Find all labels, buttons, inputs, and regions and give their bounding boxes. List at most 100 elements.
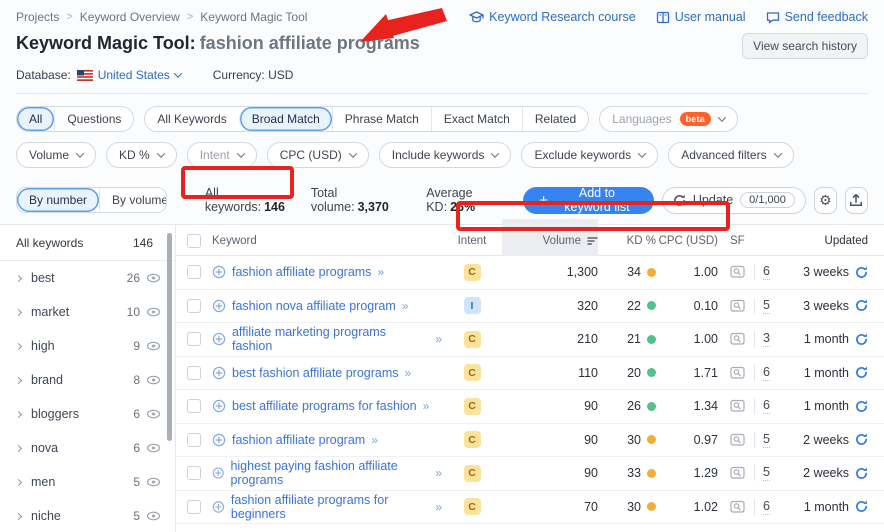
column-header-keyword[interactable]: Keyword bbox=[212, 235, 442, 247]
tab-broad-match[interactable]: Broad Match bbox=[238, 107, 332, 131]
sf-count[interactable]: 5 bbox=[763, 298, 770, 314]
tab-questions[interactable]: Questions bbox=[54, 107, 134, 131]
keyword-link[interactable]: best fashion affiliate programs bbox=[232, 366, 399, 380]
sf-count[interactable]: 5 bbox=[763, 465, 770, 482]
toggle-by-volume[interactable]: By volume bbox=[99, 188, 166, 212]
exclude-group-eye-button[interactable] bbox=[146, 477, 161, 487]
serp-preview-icon[interactable] bbox=[730, 466, 746, 480]
column-header-kd[interactable]: KD % bbox=[598, 235, 656, 247]
send-feedback-link[interactable]: Send feedback bbox=[766, 10, 868, 24]
keyword-expand-icon[interactable]: » bbox=[377, 265, 384, 279]
tab-related[interactable]: Related bbox=[521, 107, 589, 131]
update-button[interactable]: Update 0/1,000 bbox=[661, 186, 806, 214]
refresh-row-button[interactable] bbox=[855, 299, 868, 312]
serp-preview-icon[interactable] bbox=[730, 366, 746, 380]
filter-dropdown-intent[interactable]: Intent bbox=[186, 142, 257, 168]
sidebar-scrollbar[interactable] bbox=[167, 233, 172, 441]
column-header-updated[interactable]: Updated bbox=[796, 235, 868, 247]
serp-preview-icon[interactable] bbox=[730, 399, 746, 413]
breadcrumb-projects[interactable]: Projects bbox=[16, 10, 59, 24]
column-header-cpc[interactable]: CPC (USD) bbox=[656, 235, 718, 247]
keyword-link[interactable]: fashion affiliate programs bbox=[232, 265, 371, 279]
refresh-row-button[interactable] bbox=[855, 266, 868, 279]
row-checkbox[interactable] bbox=[187, 265, 201, 280]
exclude-group-eye-button[interactable] bbox=[146, 443, 161, 453]
add-keyword-icon[interactable] bbox=[212, 466, 224, 480]
select-all-checkbox[interactable] bbox=[187, 233, 201, 248]
row-checkbox[interactable] bbox=[187, 466, 201, 481]
serp-preview-icon[interactable] bbox=[730, 265, 746, 279]
sidebar-group-men[interactable]: men 5 bbox=[0, 465, 175, 499]
add-keyword-icon[interactable] bbox=[212, 299, 226, 313]
filter-dropdown-kd-[interactable]: KD % bbox=[106, 142, 177, 168]
sf-count[interactable]: 6 bbox=[763, 499, 770, 515]
exclude-group-eye-button[interactable] bbox=[146, 511, 161, 521]
view-search-history-button[interactable]: View search history bbox=[742, 33, 868, 59]
refresh-row-button[interactable] bbox=[855, 467, 868, 480]
row-checkbox[interactable] bbox=[187, 399, 201, 414]
sidebar-group-brand[interactable]: brand 8 bbox=[0, 363, 175, 397]
keyword-expand-icon[interactable]: » bbox=[435, 332, 442, 346]
refresh-row-button[interactable] bbox=[855, 500, 868, 513]
refresh-metrics-icon[interactable] bbox=[855, 400, 868, 413]
exclude-group-eye-button[interactable] bbox=[146, 273, 161, 283]
refresh-metrics-icon[interactable] bbox=[855, 366, 868, 379]
add-keyword-icon[interactable] bbox=[212, 500, 225, 514]
keyword-research-course-link[interactable]: Keyword Research course bbox=[469, 10, 636, 24]
refresh-metrics-icon[interactable] bbox=[855, 500, 868, 513]
user-manual-link[interactable]: User manual bbox=[656, 10, 746, 24]
refresh-metrics-icon[interactable] bbox=[855, 266, 868, 279]
exclude-group-eye-button[interactable] bbox=[146, 341, 161, 351]
refresh-metrics-icon[interactable] bbox=[855, 333, 868, 346]
serp-preview-icon[interactable] bbox=[730, 500, 746, 514]
refresh-metrics-icon[interactable] bbox=[855, 467, 868, 480]
tab-exact-match[interactable]: Exact Match bbox=[430, 107, 522, 131]
serp-preview-icon[interactable] bbox=[730, 332, 746, 346]
sidebar-group-high[interactable]: high 9 bbox=[0, 329, 175, 363]
toggle-by-number[interactable]: By number bbox=[17, 188, 100, 212]
row-checkbox[interactable] bbox=[187, 432, 201, 447]
sf-count[interactable]: 6 bbox=[763, 398, 770, 415]
exclude-group-eye-button[interactable] bbox=[146, 307, 161, 317]
database-selector[interactable]: United States bbox=[76, 68, 182, 82]
refresh-metrics-icon[interactable] bbox=[855, 433, 868, 446]
tab-all-keywords[interactable]: All Keywords bbox=[145, 107, 239, 131]
sidebar-group-niche[interactable]: niche 5 bbox=[0, 499, 175, 532]
refresh-row-button[interactable] bbox=[855, 400, 868, 413]
column-header-volume[interactable]: Volume bbox=[502, 219, 598, 256]
row-checkbox[interactable] bbox=[187, 298, 201, 313]
sidebar-group-market[interactable]: market 10 bbox=[0, 295, 175, 329]
add-keyword-icon[interactable] bbox=[212, 366, 226, 380]
settings-button[interactable]: ⚙ bbox=[813, 186, 837, 214]
keyword-link[interactable]: fashion affiliate program bbox=[232, 433, 365, 447]
filter-dropdown-advanced-filters[interactable]: Advanced filters bbox=[668, 142, 794, 168]
sf-count[interactable]: 6 bbox=[763, 264, 770, 281]
add-keyword-icon[interactable] bbox=[212, 265, 226, 279]
filter-dropdown-cpc-usd-[interactable]: CPC (USD) bbox=[266, 142, 369, 168]
keyword-link[interactable]: fashion nova affiliate program bbox=[232, 299, 396, 313]
exclude-group-eye-button[interactable] bbox=[146, 409, 161, 419]
keyword-link[interactable]: highest paying fashion affiliate program… bbox=[230, 459, 429, 487]
breadcrumb-keyword-magic-tool[interactable]: Keyword Magic Tool bbox=[200, 10, 307, 24]
sidebar-group-best[interactable]: best 26 bbox=[0, 261, 175, 295]
sf-count[interactable]: 6 bbox=[763, 365, 770, 381]
filter-dropdown-include-keywords[interactable]: Include keywords bbox=[378, 142, 512, 168]
keyword-expand-icon[interactable]: » bbox=[402, 299, 409, 313]
keyword-expand-icon[interactable]: » bbox=[435, 466, 442, 480]
row-checkbox[interactable] bbox=[187, 499, 201, 514]
breadcrumb-keyword-overview[interactable]: Keyword Overview bbox=[80, 10, 180, 24]
add-to-keyword-list-button[interactable]: + Add to keyword list bbox=[523, 186, 654, 214]
serp-preview-icon[interactable] bbox=[730, 433, 746, 447]
add-keyword-icon[interactable] bbox=[212, 399, 226, 413]
tab-phrase-match[interactable]: Phrase Match bbox=[331, 107, 431, 131]
column-header-sf[interactable]: SF bbox=[718, 235, 796, 247]
filter-dropdown-volume[interactable]: Volume bbox=[16, 142, 97, 168]
tab-all[interactable]: All bbox=[17, 107, 55, 131]
sf-count[interactable]: 3 bbox=[763, 331, 770, 348]
add-keyword-icon[interactable] bbox=[212, 332, 226, 346]
languages-dropdown[interactable]: Languages beta bbox=[599, 106, 738, 132]
serp-preview-icon[interactable] bbox=[730, 299, 746, 313]
filter-dropdown-exclude-keywords[interactable]: Exclude keywords bbox=[521, 142, 659, 168]
keyword-expand-icon[interactable]: » bbox=[405, 366, 412, 380]
keyword-expand-icon[interactable]: » bbox=[435, 500, 442, 514]
